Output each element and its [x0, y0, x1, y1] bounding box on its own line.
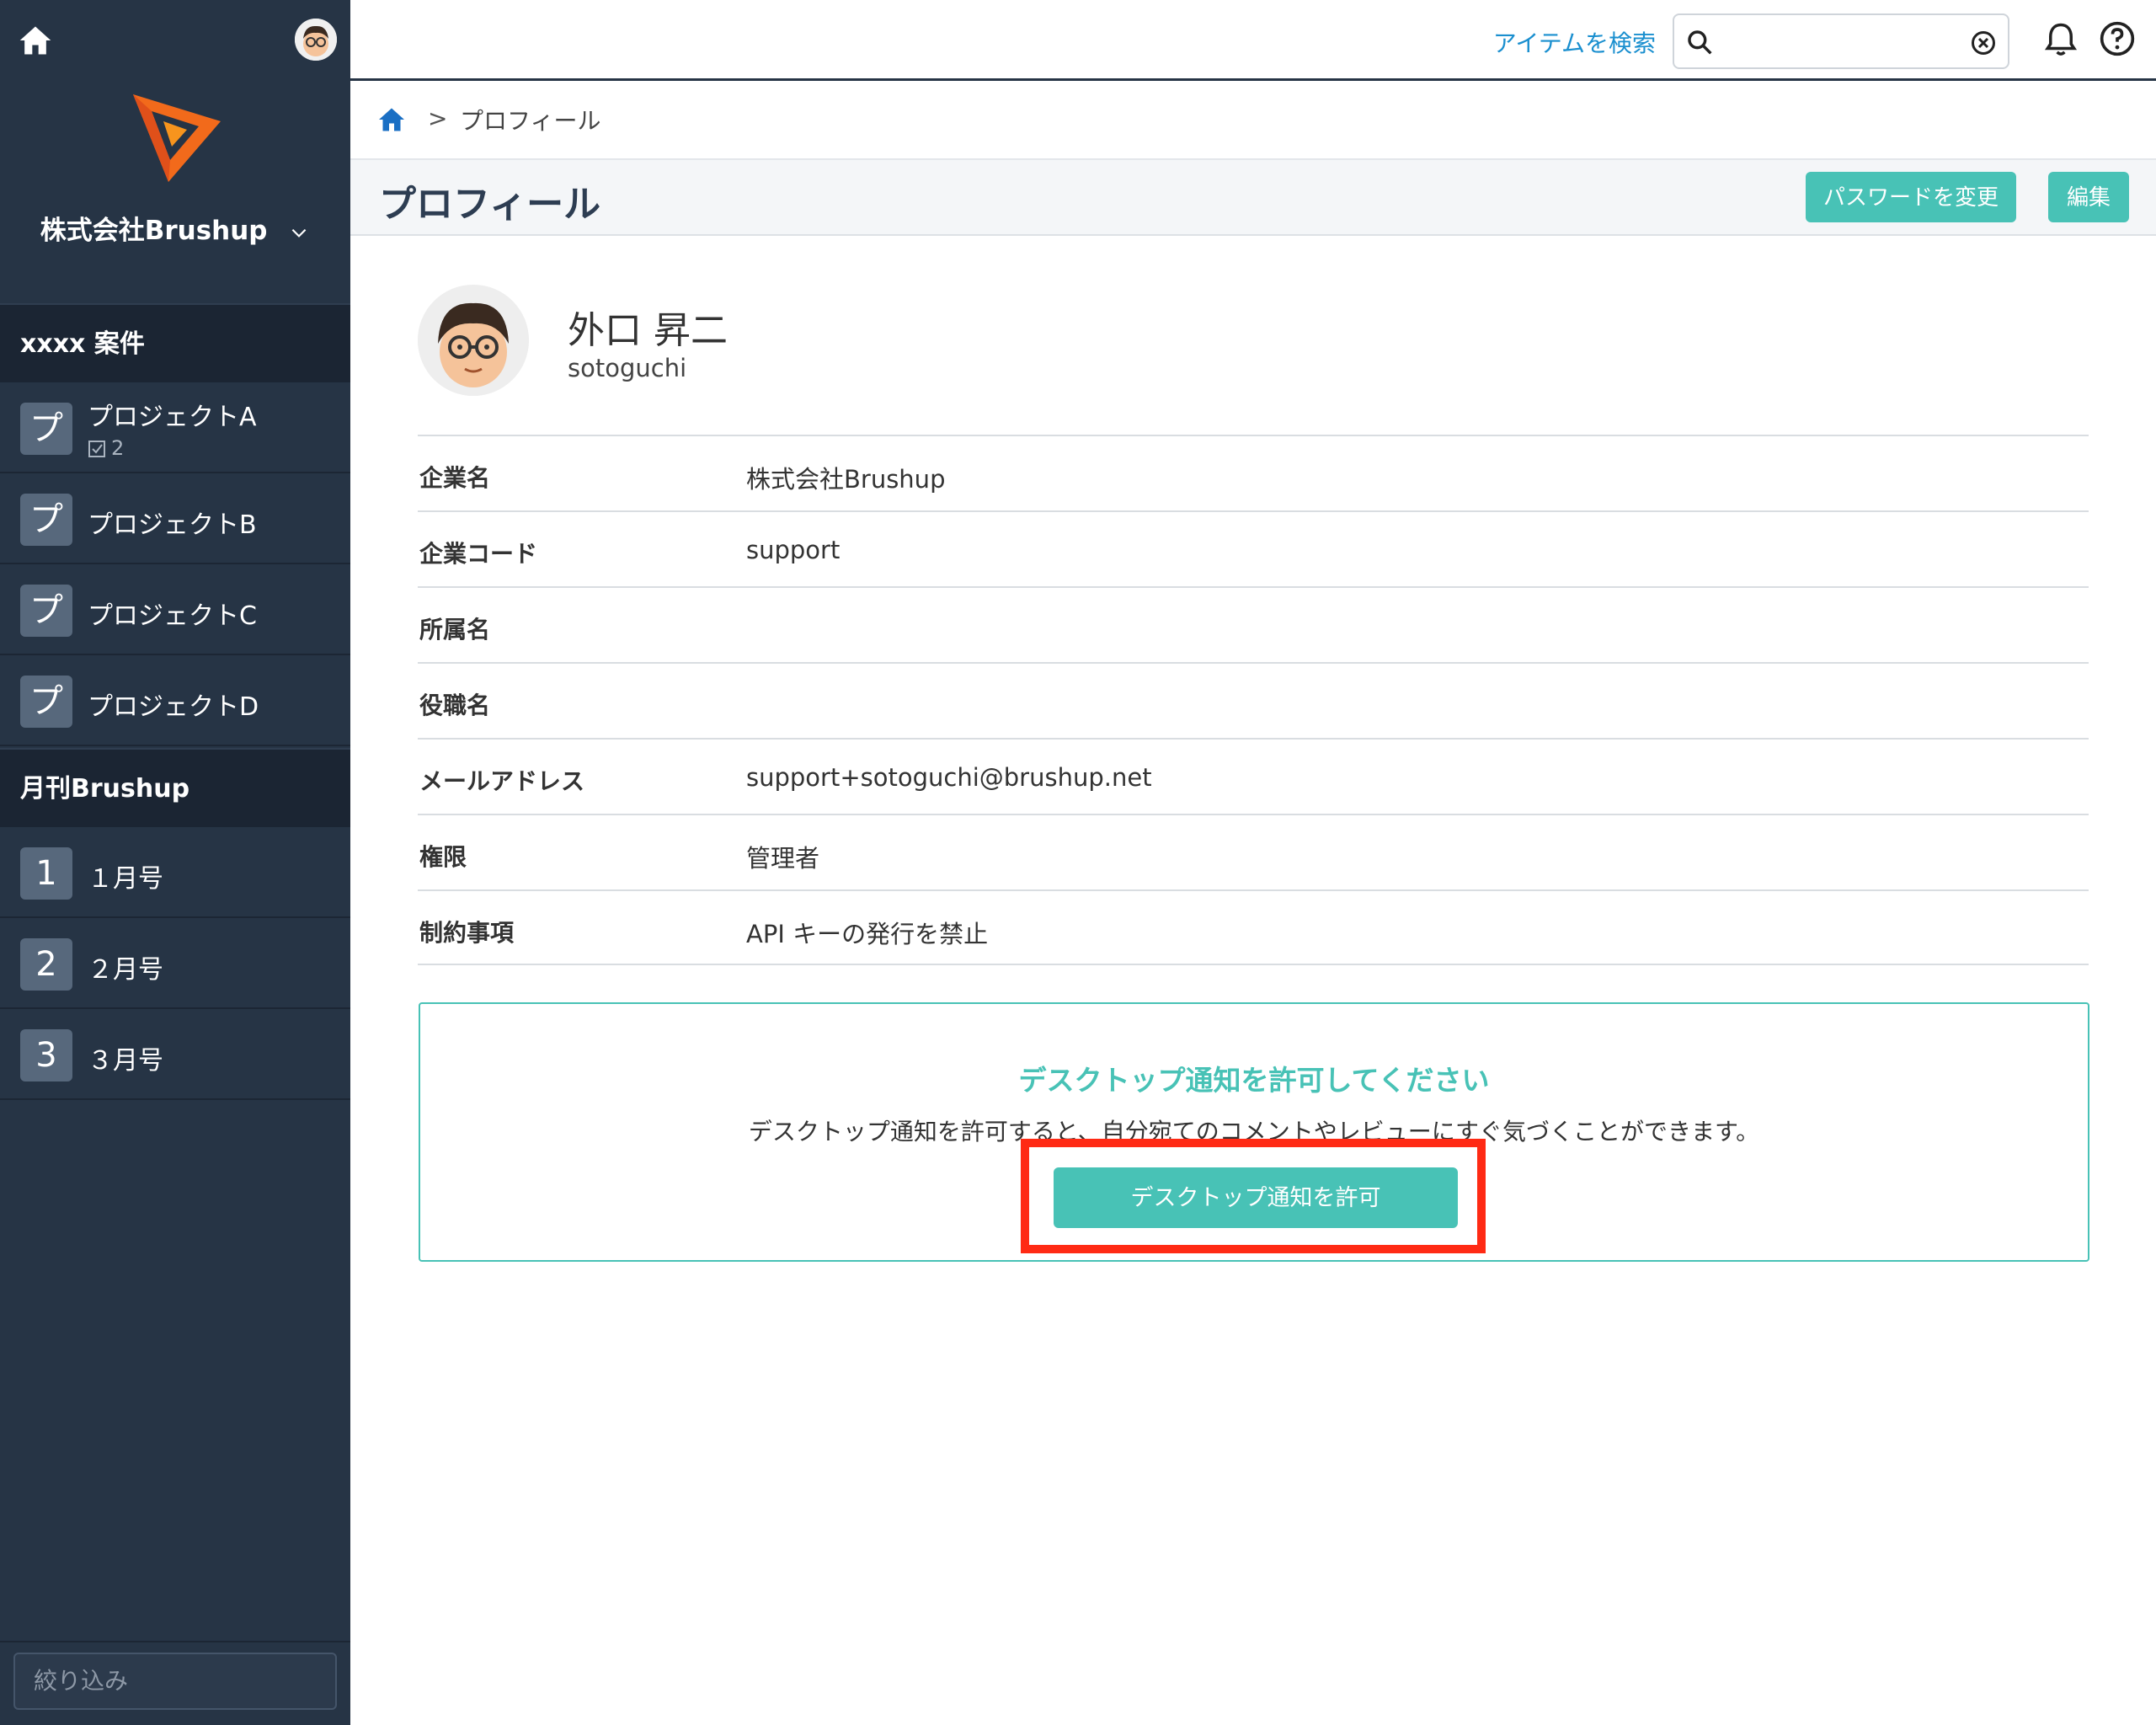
- sidebar-item-label: プロジェクトC: [88, 601, 257, 631]
- highlight-annotation: [1021, 1139, 1486, 1253]
- breadcrumb: > プロフィール: [350, 81, 2156, 160]
- profile-info-table: 企業名 株式会社Brushup 企業コード support 所属名 役職名 メー…: [418, 435, 2089, 965]
- home-icon[interactable]: [17, 22, 54, 59]
- divider: [0, 1641, 350, 1642]
- breadcrumb-current: プロフィール: [460, 107, 601, 135]
- sidebar-item-label: ３月号: [88, 1046, 163, 1076]
- company-name: 株式会社Brushup: [40, 216, 268, 246]
- field-value: support: [746, 536, 841, 564]
- issue-badge: 3: [20, 1029, 72, 1081]
- field-label: メールアドレス: [419, 767, 585, 795]
- sidebar-item-project-d[interactable]: プ プロジェクトD: [0, 657, 350, 746]
- table-row: 企業名 株式会社Brushup: [418, 435, 2089, 510]
- notification-title: デスクトップ通知を許可してください: [1018, 1064, 1490, 1097]
- task-count-value: 2: [111, 436, 125, 460]
- sidebar-group-title[interactable]: 月刊Brushup: [0, 748, 350, 827]
- table-row: 所属名: [418, 586, 2089, 662]
- user-avatar[interactable]: [295, 19, 337, 61]
- brushup-logo-icon: [133, 94, 221, 182]
- edit-button[interactable]: 編集: [2048, 172, 2129, 222]
- project-badge: プ: [20, 585, 72, 637]
- issue-badge: 2: [20, 938, 72, 991]
- field-value: support+sotoguchi@brushup.net: [746, 763, 1152, 792]
- issue-badge: 1: [20, 847, 72, 900]
- sidebar-item-label: プロジェクトB: [88, 510, 257, 540]
- bell-icon[interactable]: [2043, 20, 2079, 59]
- profile-name: 外口 昇二: [568, 309, 728, 352]
- sidebar-item-label: １月号: [88, 864, 163, 894]
- sidebar-item-project-c[interactable]: プ プロジェクトC: [0, 566, 350, 655]
- sidebar-item-issue-2[interactable]: 2 ２月号: [0, 920, 350, 1009]
- field-value: API キーの発行を禁止: [746, 920, 989, 948]
- profile-avatar: [418, 285, 529, 396]
- table-row: メールアドレス support+sotoguchi@brushup.net: [418, 738, 2089, 814]
- search-input[interactable]: [1673, 13, 2009, 69]
- sidebar-group-title[interactable]: xxxx 案件: [0, 303, 350, 382]
- item-search-link[interactable]: アイテムを検索: [1493, 25, 1656, 59]
- sidebar-item-issue-1[interactable]: 1 １月号: [0, 829, 350, 918]
- field-label: 企業コード: [419, 540, 538, 568]
- sidebar-item-label: プロジェクトD: [88, 692, 259, 722]
- sidebar-item-label: プロジェクトA: [88, 403, 257, 432]
- project-badge: プ: [20, 403, 72, 455]
- table-row: 権限 管理者: [418, 814, 2089, 889]
- help-icon[interactable]: [2099, 20, 2136, 57]
- sidebar-item-project-b[interactable]: プ プロジェクトB: [0, 475, 350, 564]
- project-badge: プ: [20, 494, 72, 546]
- table-row: 企業コード support: [418, 510, 2089, 586]
- avatar-face-icon: [418, 285, 529, 396]
- change-password-button[interactable]: パスワードを変更: [1806, 172, 2016, 222]
- field-label: 所属名: [419, 616, 491, 644]
- page-header: プロフィール パスワードを変更 編集: [350, 160, 2156, 236]
- field-label: 権限: [419, 843, 467, 871]
- avatar-face-icon: [295, 19, 337, 61]
- field-label: 役職名: [419, 692, 491, 719]
- sidebar-item-project-a[interactable]: プ プロジェクトA 2: [0, 384, 350, 473]
- field-label: 制約事項: [419, 919, 515, 947]
- company-switcher[interactable]: 株式会社Brushup: [0, 209, 350, 247]
- search-icon: [1688, 30, 1712, 55]
- filter-input[interactable]: 絞り込み: [13, 1653, 337, 1710]
- table-row: 制約事項 API キーの発行を禁止: [418, 889, 2089, 965]
- breadcrumb-separator: >: [428, 104, 448, 132]
- field-label: 企業名: [419, 464, 491, 492]
- field-value: 管理者: [746, 844, 820, 873]
- profile-username: sotoguchi: [568, 354, 687, 382]
- table-row: 役職名: [418, 662, 2089, 738]
- checkbox-icon: [88, 441, 105, 457]
- field-value: 株式会社Brushup: [746, 465, 946, 494]
- sidebar-item-label: ２月号: [88, 955, 163, 985]
- page-title: プロフィール: [379, 183, 601, 226]
- clear-icon[interactable]: [1971, 30, 1996, 56]
- breadcrumb-home-icon[interactable]: [376, 104, 408, 135]
- task-count: 2: [88, 436, 124, 460]
- chevron-down-icon: [291, 228, 307, 238]
- project-badge: プ: [20, 676, 72, 728]
- sidebar: 株式会社Brushup xxxx 案件 プ プロジェクトA 2 プ プロジェクト…: [0, 0, 350, 1725]
- sidebar-item-issue-3[interactable]: 3 ３月号: [0, 1011, 350, 1100]
- top-bar: アイテムを検索: [350, 0, 2156, 81]
